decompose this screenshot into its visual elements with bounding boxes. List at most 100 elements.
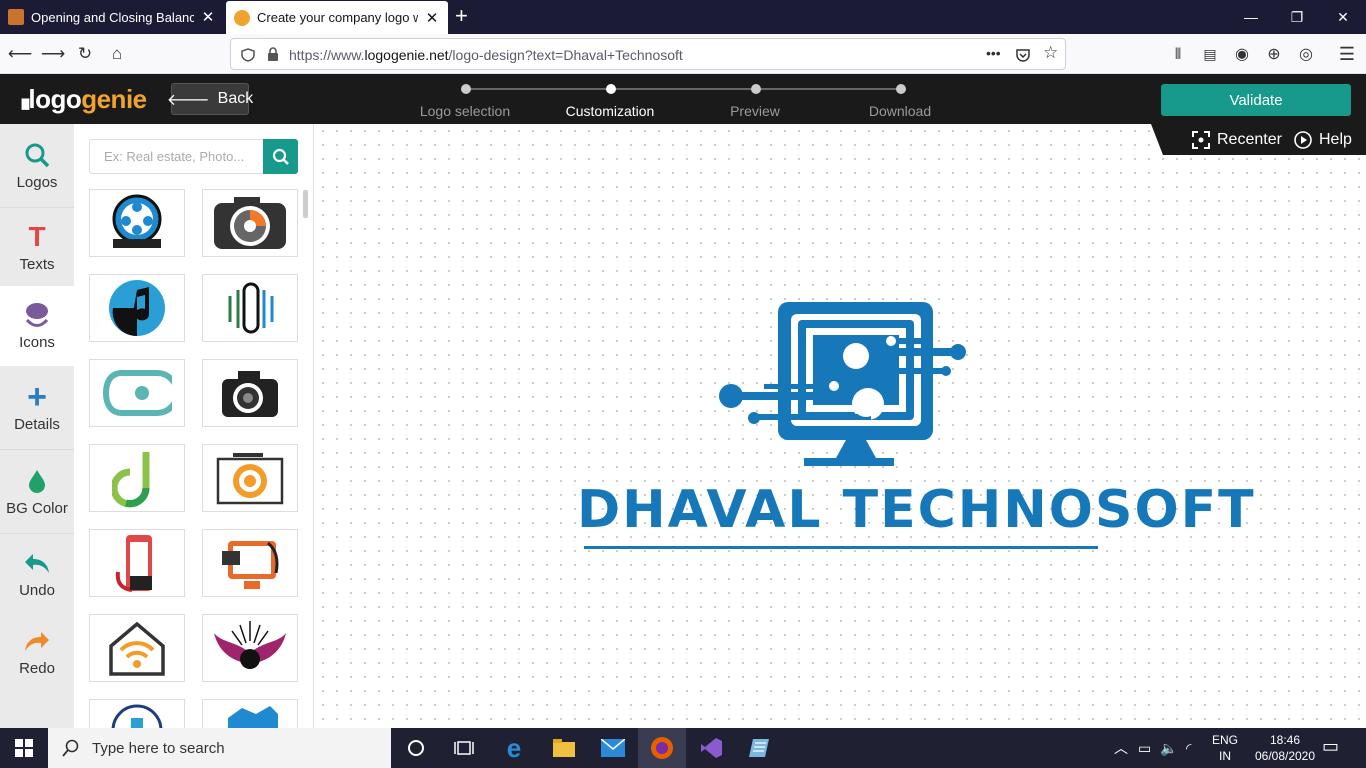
mail-icon[interactable] bbox=[589, 728, 637, 768]
close-tab-icon[interactable]: ✕ bbox=[200, 8, 216, 26]
browser-tab[interactable]: Opening and Closing Balance - ✕ bbox=[0, 0, 224, 34]
clock-time: 18:46 bbox=[1269, 733, 1301, 747]
firefox-icon[interactable] bbox=[638, 728, 686, 768]
downloads-icon[interactable]: ⊕ bbox=[1260, 40, 1288, 68]
icon-thumbnail-partial[interactable] bbox=[202, 699, 298, 729]
camera-frame-icon bbox=[216, 453, 284, 505]
menu-icon[interactable]: ☰ bbox=[1333, 40, 1361, 68]
language-indicator[interactable]: ENG IN bbox=[1208, 732, 1242, 764]
help-button[interactable]: Help bbox=[1294, 131, 1352, 149]
film-reel-icon bbox=[112, 194, 162, 248]
panel-scrollbar[interactable] bbox=[303, 190, 308, 218]
tab-favicon-icon bbox=[234, 9, 250, 26]
arrow-left-icon: 🡐 bbox=[166, 91, 210, 109]
recenter-label: Recenter bbox=[1217, 131, 1282, 148]
sidebar-item-redo[interactable]: Redo bbox=[0, 612, 74, 690]
icon-thumbnail-film-reel[interactable] bbox=[89, 189, 185, 257]
sidebar-item-details[interactable]: + Details bbox=[0, 366, 74, 450]
icon-thumbnail-winged-emblem[interactable] bbox=[202, 614, 298, 682]
search-icon bbox=[272, 148, 289, 165]
clock[interactable]: 18:46 06/08/2020 bbox=[1252, 732, 1318, 764]
taskbar-search-box[interactable]: Type here to search bbox=[48, 728, 391, 768]
edge-icon[interactable]: e bbox=[490, 728, 538, 768]
cortana-icon[interactable] bbox=[392, 728, 440, 768]
icon-thumbnail-smartphone[interactable] bbox=[89, 529, 185, 597]
extension-icon[interactable]: ◎ bbox=[1292, 40, 1320, 68]
left-tool-nav: Logos T Texts Icons + Details BG Color U… bbox=[0, 124, 74, 728]
icon-thumbnail-camera-frame[interactable] bbox=[202, 444, 298, 512]
sidebar-item-texts[interactable]: T Texts bbox=[0, 208, 74, 286]
microphone-lines-icon bbox=[228, 282, 274, 334]
icon-thumbnail-microphone-lines[interactable] bbox=[202, 274, 298, 342]
sidebar-item-undo[interactable]: Undo bbox=[0, 534, 74, 612]
icon-thumbnail-partial[interactable] bbox=[89, 699, 185, 729]
sidebar-item-label: Undo bbox=[19, 582, 55, 599]
back-icon[interactable]: ⟵ bbox=[6, 40, 34, 68]
windows-start-icon[interactable] bbox=[0, 728, 48, 768]
icon-search-input[interactable]: Ex: Real estate, Photo... bbox=[89, 139, 263, 174]
company-name-underline[interactable] bbox=[584, 546, 1098, 549]
icon-thumbnail-camera-aperture[interactable] bbox=[202, 189, 298, 257]
icon-thumbnail-computer-monitor[interactable] bbox=[202, 529, 298, 597]
blocks-icon bbox=[228, 706, 278, 728]
forward-icon[interactable]: ⟶ bbox=[39, 40, 67, 68]
validate-button[interactable]: Validate bbox=[1161, 84, 1351, 116]
icon-thumbnail-music-note[interactable] bbox=[89, 274, 185, 342]
new-tab-button[interactable]: + bbox=[455, 4, 468, 28]
page-actions-icon[interactable]: ••• bbox=[986, 45, 1001, 61]
notification-icon[interactable]: ▭ bbox=[1322, 737, 1339, 755]
pocket-icon[interactable] bbox=[1015, 47, 1031, 63]
lang-label: ENG bbox=[1211, 733, 1238, 747]
volume-icon[interactable]: 🔈 bbox=[1160, 740, 1177, 756]
recenter-button[interactable]: Recenter bbox=[1192, 131, 1282, 149]
close-tab-icon[interactable]: ✕ bbox=[424, 9, 440, 27]
address-bar[interactable]: https://www.logogenie.net/logo-design?te… bbox=[230, 38, 1066, 70]
tab-favicon-icon bbox=[8, 9, 24, 25]
company-name-text[interactable]: DHAVAL TECHNOSOFT bbox=[577, 480, 1256, 540]
sidebar-item-label: Icons bbox=[19, 334, 55, 351]
step-dot bbox=[896, 84, 906, 94]
step-logo-selection[interactable]: Logo selection bbox=[390, 103, 540, 119]
icon-thumbnail-speech-bubble[interactable] bbox=[89, 359, 185, 427]
browser-tab-active[interactable]: Create your company logo with ✕ bbox=[226, 1, 448, 34]
battery-icon[interactable]: ▭ bbox=[1138, 740, 1151, 756]
icon-thumbnail-slr-camera[interactable] bbox=[202, 359, 298, 427]
logo-mark-icon: ▗ bbox=[15, 89, 29, 109]
logogenie-logo[interactable]: ▗logogenie bbox=[15, 84, 147, 115]
back-button[interactable]: 🡐 Back bbox=[167, 83, 253, 115]
icon-search-button[interactable] bbox=[263, 139, 298, 174]
icon-thumbnail-smart-home-wifi[interactable] bbox=[89, 614, 185, 682]
bookmark-star-icon[interactable]: ☆ bbox=[1043, 43, 1058, 63]
minimize-icon[interactable]: — bbox=[1228, 0, 1274, 34]
url-text: https://www.logogenie.net/logo-design?te… bbox=[289, 47, 683, 63]
sidebar-item-icons[interactable]: Icons bbox=[0, 286, 74, 366]
sidebar-item-label: Details bbox=[14, 416, 60, 433]
task-view-icon[interactable] bbox=[440, 728, 488, 768]
clock-date: 06/08/2020 bbox=[1254, 749, 1316, 763]
step-preview[interactable]: Preview bbox=[680, 103, 830, 119]
reload-icon[interactable]: ↻ bbox=[71, 40, 99, 68]
wifi-icon[interactable]: ◜ bbox=[1186, 740, 1191, 756]
winged-emblem-icon bbox=[214, 621, 286, 669]
visual-studio-icon[interactable] bbox=[687, 728, 735, 768]
progress-line bbox=[466, 88, 902, 90]
library-icon[interactable]: ⫴ bbox=[1164, 40, 1192, 68]
home-icon[interactable]: ⌂ bbox=[103, 40, 131, 68]
sidebar-item-label: Redo bbox=[19, 660, 55, 677]
sidebar-item-logos[interactable]: Logos bbox=[0, 124, 74, 208]
close-window-icon[interactable]: ✕ bbox=[1320, 0, 1366, 34]
tray-chevron-icon[interactable]: ︿ bbox=[1114, 740, 1128, 756]
file-explorer-icon[interactable] bbox=[540, 728, 588, 768]
sidebar-icon[interactable]: ▤ bbox=[1196, 40, 1224, 68]
account-icon[interactable]: ◉ bbox=[1228, 40, 1256, 68]
icon-thumbnail-letter-d[interactable] bbox=[89, 444, 185, 512]
sidebar-item-bg-color[interactable]: BG Color bbox=[0, 450, 74, 534]
step-download[interactable]: Download bbox=[825, 103, 975, 119]
letter-d-icon bbox=[112, 452, 150, 508]
step-customization[interactable]: Customization bbox=[535, 103, 685, 119]
computer-circuit-icon[interactable] bbox=[716, 300, 966, 470]
notepad-icon[interactable] bbox=[736, 728, 784, 768]
step-dot bbox=[606, 84, 616, 94]
windows-taskbar: Type here to search e ︿ ▭ 🔈 ◜ ENG IN 18:… bbox=[0, 728, 1366, 768]
restore-icon[interactable]: ❐ bbox=[1274, 0, 1320, 34]
